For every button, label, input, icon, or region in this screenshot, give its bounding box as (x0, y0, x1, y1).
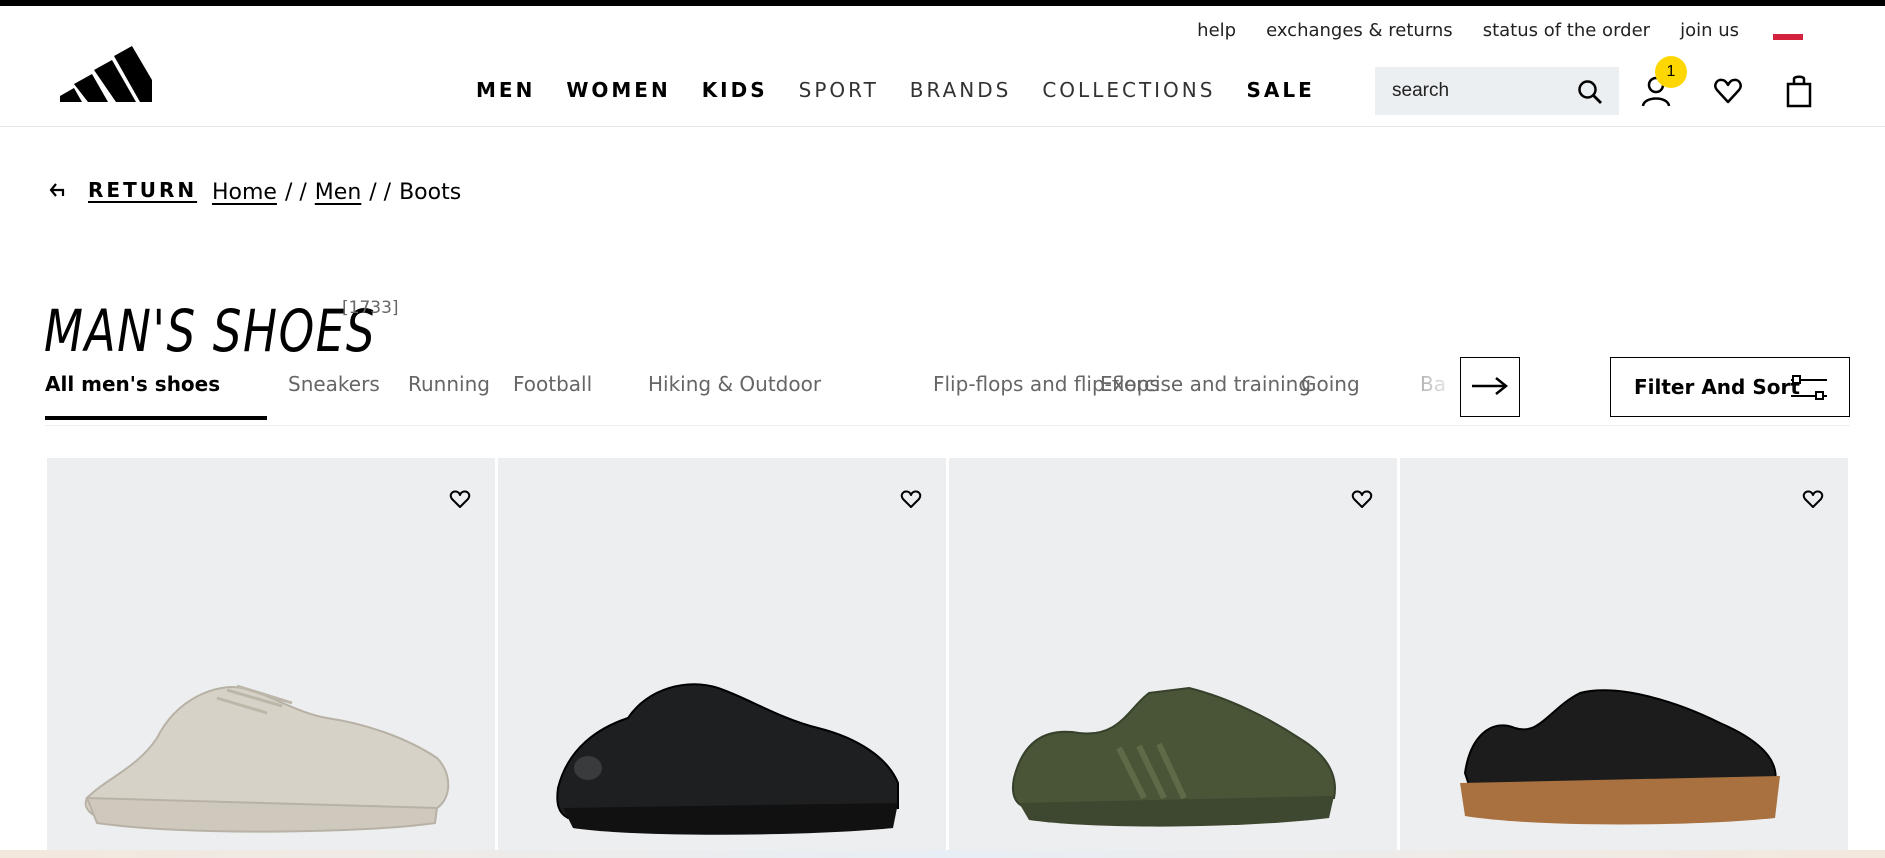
filter-sort-label: Filter And Sort (1634, 375, 1800, 399)
filter-sort-button[interactable]: Filter And Sort (1610, 357, 1850, 417)
breadcrumb: Home / / Men / / Boots (212, 180, 461, 205)
nav-men[interactable]: MEN (476, 78, 535, 102)
product-image (1011, 686, 1336, 827)
tab-football[interactable]: Football (513, 372, 592, 396)
adidas-logo[interactable] (60, 44, 152, 104)
tab-going[interactable]: Going (1301, 372, 1360, 396)
breadcrumb-separator: / / (369, 180, 392, 205)
tab-exercise-training[interactable]: Exercise and training (1100, 372, 1311, 396)
wishlist-heart-icon[interactable] (1351, 488, 1373, 510)
product-card[interactable] (47, 458, 495, 858)
nav-women[interactable]: WOMEN (566, 78, 670, 102)
nav-collections[interactable]: COLLECTIONS (1042, 78, 1215, 102)
shopping-bag-icon[interactable] (1783, 74, 1815, 108)
product-card[interactable] (498, 458, 946, 858)
main-nav: MEN WOMEN KIDS SPORT BRANDS COLLECTIONS … (476, 78, 1346, 102)
tab-all-mens-shoes[interactable]: All men's shoes (45, 372, 220, 396)
wishlist-heart-icon[interactable] (1802, 488, 1824, 510)
arrow-right-icon (1472, 377, 1508, 395)
wishlist-heart-icon[interactable] (449, 488, 471, 510)
search-icon[interactable] (1577, 79, 1603, 105)
nav-sale[interactable]: SALE (1246, 78, 1314, 102)
breadcrumb-home[interactable]: Home (212, 180, 277, 205)
breadcrumb-separator: / / (284, 180, 307, 205)
product-card[interactable] (949, 458, 1397, 858)
return-arrow-icon (49, 183, 65, 197)
category-tabs: All men's shoes Sneakers Running Footbal… (0, 356, 1500, 426)
poland-flag-icon[interactable] (1773, 28, 1803, 40)
page-title: MAN'S SHOES (44, 296, 377, 365)
active-tab-underline (45, 416, 267, 420)
top-black-bar (0, 0, 1885, 6)
bottom-strip (0, 850, 1885, 858)
product-image (84, 684, 450, 833)
tab-running[interactable]: Running (408, 372, 490, 396)
account-badge: 1 (1655, 56, 1687, 88)
tab-hiking-outdoor[interactable]: Hiking & Outdoor (648, 372, 821, 396)
breadcrumb-men[interactable]: Men (315, 180, 361, 205)
return-button[interactable]: RETURN (48, 178, 197, 202)
filter-sliders-icon (1791, 375, 1827, 400)
header-divider (0, 126, 1885, 127)
product-count: [1733] (342, 298, 399, 318)
search-box (1375, 67, 1619, 115)
utility-nav: help exchanges & returns status of the o… (1197, 18, 1885, 42)
help-link[interactable]: help (1197, 20, 1236, 41)
nav-kids[interactable]: KIDS (702, 78, 768, 102)
product-image (556, 683, 899, 835)
tabs-divider (45, 425, 1850, 426)
wishlist-heart-icon[interactable] (1712, 74, 1744, 108)
product-grid (47, 458, 1849, 858)
wishlist-heart-icon[interactable] (900, 488, 922, 510)
nav-sport[interactable]: SPORT (799, 78, 879, 102)
breadcrumb-current: Boots (399, 180, 462, 205)
tabs-fade (1380, 356, 1460, 416)
return-label: RETURN (88, 178, 198, 202)
join-us-link[interactable]: join us (1680, 20, 1739, 41)
nav-brands[interactable]: BRANDS (910, 78, 1012, 102)
tabs-next-button[interactable] (1460, 357, 1520, 417)
tab-sneakers[interactable]: Sneakers (288, 372, 380, 396)
product-image (1460, 689, 1780, 825)
order-status-link[interactable]: status of the order (1483, 20, 1650, 41)
exchanges-returns-link[interactable]: exchanges & returns (1266, 20, 1453, 41)
search-input[interactable] (1375, 67, 1582, 115)
product-card[interactable] (1400, 458, 1848, 858)
